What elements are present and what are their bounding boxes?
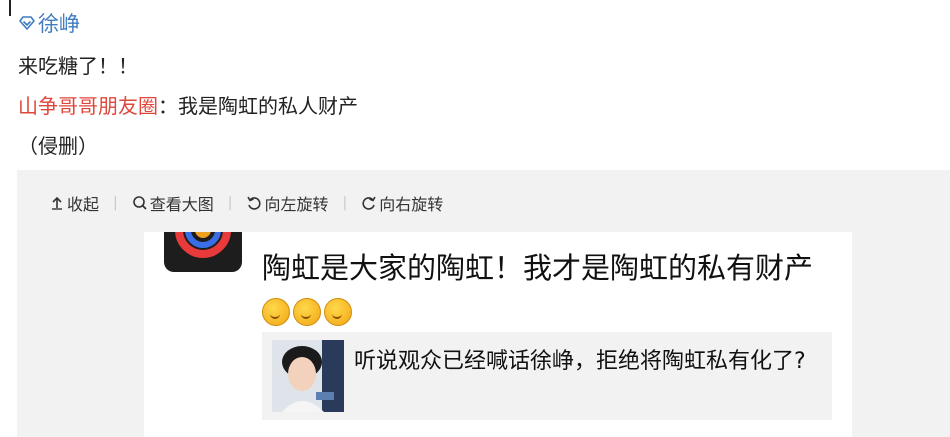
rotate-right-button[interactable]: 向右旋转 bbox=[361, 191, 443, 215]
author-link[interactable]: 徐峥 bbox=[18, 9, 80, 37]
rotate-left-button[interactable]: 向左旋转 bbox=[246, 191, 328, 215]
post-line-2: 山争哥哥朋友圈：我是陶虹的私人财产 bbox=[18, 90, 358, 119]
quoted-post-text: 听说观众已经喊话徐峥，拒绝将陶虹私有化了? bbox=[354, 349, 806, 374]
author-name[interactable]: 徐峥 bbox=[38, 8, 80, 38]
collapse-icon bbox=[49, 195, 65, 211]
collapse-label: 收起 bbox=[67, 195, 100, 214]
smirk-emoji-icon bbox=[324, 298, 352, 326]
avatar bbox=[164, 232, 242, 272]
mention-rest: ：我是陶虹的私人财产 bbox=[158, 94, 358, 118]
collapse-button[interactable]: 收起 bbox=[49, 191, 99, 215]
media-viewer: 收起 | 查看大图 | 向左旋转 | 向右旋转 陶虹是大家的陶虹！我才是陶虹的私… bbox=[17, 170, 950, 437]
rotate-left-icon bbox=[246, 195, 262, 211]
verified-icon bbox=[18, 14, 36, 32]
quoted-post-thumbnail bbox=[272, 340, 344, 412]
smirk-emoji-icon bbox=[293, 298, 321, 326]
toolbar-divider: | bbox=[113, 195, 118, 211]
toolbar-divider: | bbox=[342, 195, 348, 211]
quoted-post: 听说观众已经喊话徐峥，拒绝将陶虹私有化了? bbox=[262, 332, 832, 420]
mention-link[interactable]: 山争哥哥朋友圈 bbox=[18, 94, 158, 118]
smirk-emoji-icon bbox=[262, 298, 290, 326]
text-cursor bbox=[9, 0, 11, 16]
post-line-1: 来吃糖了！！ bbox=[18, 54, 138, 78]
view-large-button[interactable]: 查看大图 bbox=[132, 191, 214, 215]
rotate-right-label: 向右旋转 bbox=[379, 195, 444, 214]
image-post-text: 陶虹是大家的陶虹！我才是陶虹的私有财产 bbox=[262, 246, 832, 334]
toolbar-divider: | bbox=[227, 195, 233, 211]
media-toolbar: 收起 | 查看大图 | 向左旋转 | 向右旋转 bbox=[49, 190, 443, 216]
post-line-3: （侵删） bbox=[18, 134, 98, 158]
rotate-left-label: 向左旋转 bbox=[264, 195, 329, 214]
image-post-text-content: 陶虹是大家的陶虹！我才是陶虹的私有财产 bbox=[262, 251, 814, 285]
view-large-label: 查看大图 bbox=[149, 195, 214, 214]
magnifier-icon bbox=[132, 195, 148, 211]
post-image[interactable]: 陶虹是大家的陶虹！我才是陶虹的私有财产 听说观众已经喊话徐峥，拒绝将陶虹私有化了… bbox=[144, 232, 852, 437]
rotate-right-icon bbox=[361, 195, 377, 211]
